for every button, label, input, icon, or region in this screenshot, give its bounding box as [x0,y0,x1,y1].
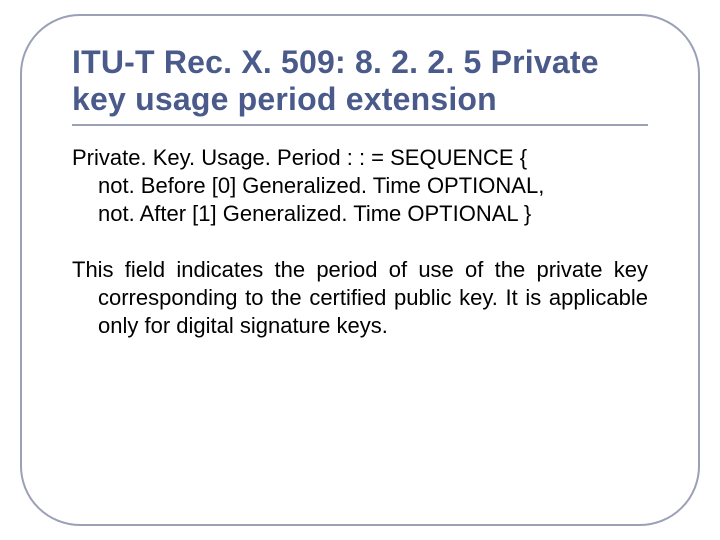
asn1-line-2: not. Before [0] Generalized. Time OPTION… [72,172,648,200]
slide-title: ITU-T Rec. X. 509: 8. 2. 2. 5 Private ke… [72,44,648,118]
description-text: This field indicates the period of use o… [72,256,648,340]
slide: ITU-T Rec. X. 509: 8. 2. 2. 5 Private ke… [0,0,720,540]
slide-frame: ITU-T Rec. X. 509: 8. 2. 2. 5 Private ke… [20,14,700,526]
slide-body: Private. Key. Usage. Period : : = SEQUEN… [72,144,648,341]
asn1-line-3: not. After [1] Generalized. Time OPTIONA… [72,200,648,228]
description-block: This field indicates the period of use o… [72,256,648,340]
title-underline [72,124,648,126]
asn1-line-1: Private. Key. Usage. Period : : = SEQUEN… [72,144,648,172]
